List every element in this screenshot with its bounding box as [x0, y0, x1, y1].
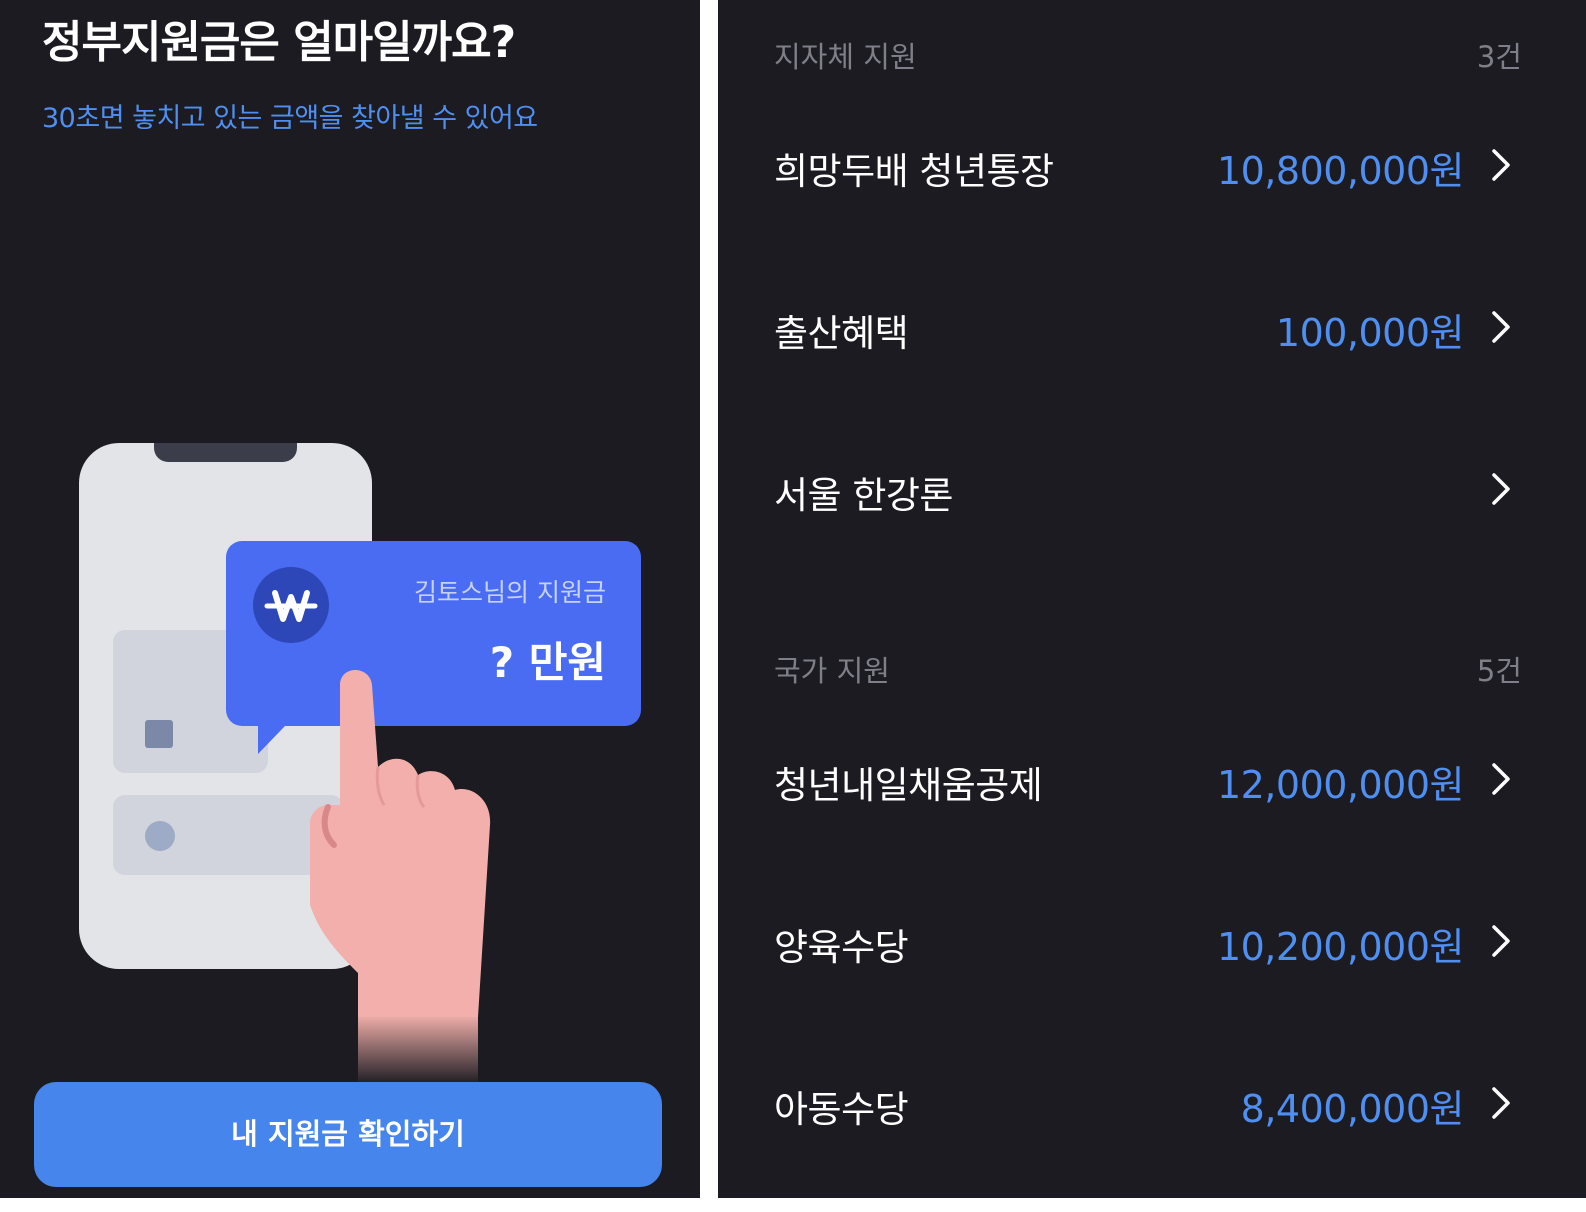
won-sign-icon: [253, 567, 329, 643]
section-title: 지자체 지원: [774, 40, 917, 74]
chevron-right-icon: [1492, 149, 1510, 181]
chevron-right-icon: [1492, 763, 1510, 795]
pointing-hand-icon: [310, 670, 491, 1085]
section-header-local: 지자체 지원 3건: [774, 34, 1522, 74]
benefit-name: 출산혜택: [774, 312, 909, 355]
benefit-name: 서울 한강론: [774, 474, 953, 517]
benefit-row[interactable]: 희망두배 청년통장 10,800,000원: [774, 110, 1514, 220]
benefit-row[interactable]: 아동수당 8,400,000원: [774, 1048, 1514, 1158]
chevron-right-icon: [1492, 925, 1510, 957]
section-title: 국가 지원: [774, 654, 890, 688]
phone-notch: [154, 443, 297, 462]
bubble-label: 김토스님의 지원금: [414, 578, 606, 607]
chevron-right-icon: [1492, 473, 1510, 505]
check-my-benefit-button[interactable]: 내 지원금 확인하기: [34, 1082, 662, 1187]
benefit-amount: 10,800,000원: [1216, 149, 1465, 193]
benefit-row[interactable]: 서울 한강론: [774, 434, 1514, 544]
benefit-name: 양육수당: [774, 926, 909, 969]
dot-icon: [145, 821, 175, 851]
page-subtitle: 30초면 놓치고 있는 금액을 찾아낼 수 있어요: [42, 103, 538, 134]
intro-screen: 정부지원금은 얼마일까요? 30초면 놓치고 있는 금액을 찾아낼 수 있어요 …: [0, 0, 700, 1198]
benefit-row[interactable]: 출산혜택 100,000원: [774, 272, 1514, 382]
section-header-national: 국가 지원 5건: [774, 648, 1522, 688]
chevron-right-icon: [1492, 1087, 1510, 1119]
benefit-row[interactable]: 청년내일채움공제 12,000,000원: [774, 724, 1514, 834]
benefit-amount: 100,000원: [1275, 311, 1465, 355]
page-title: 정부지원금은 얼마일까요?: [42, 17, 516, 68]
bubble-amount: ? 만원: [489, 638, 606, 687]
section-count: 5건: [1476, 654, 1522, 688]
benefit-name: 청년내일채움공제: [774, 764, 1043, 807]
split-screenshot: 정부지원금은 얼마일까요? 30초면 놓치고 있는 금액을 찾아낼 수 있어요 …: [0, 0, 1586, 1212]
benefit-list-screen: 지자체 지원 3건 희망두배 청년통장 10,800,000원 출산혜택 100…: [718, 0, 1586, 1198]
section-count: 3건: [1476, 40, 1522, 74]
benefit-name: 희망두배 청년통장: [774, 150, 1054, 193]
benefit-name: 아동수당: [774, 1088, 909, 1131]
benefit-row[interactable]: 양육수당 10,200,000원: [774, 886, 1514, 996]
benefit-amount: 12,000,000원: [1216, 763, 1465, 807]
cta-label: 내 지원금 확인하기: [231, 1117, 465, 1151]
square-icon: [145, 720, 173, 748]
chevron-right-icon: [1492, 311, 1510, 343]
benefit-amount: 10,200,000원: [1216, 925, 1465, 969]
benefit-amount: 8,400,000원: [1240, 1087, 1465, 1131]
